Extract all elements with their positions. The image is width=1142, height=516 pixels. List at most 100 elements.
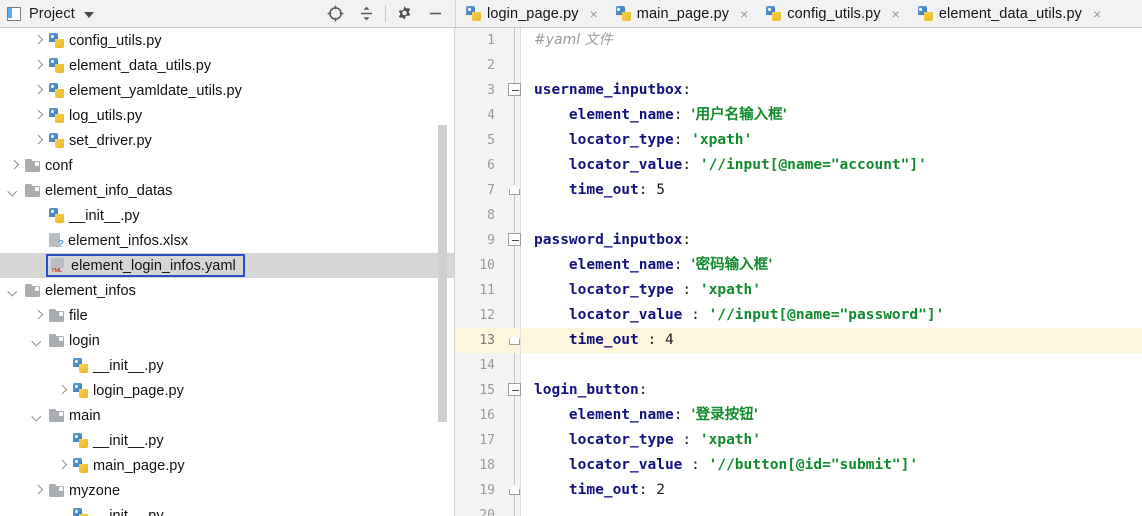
tree-row-label: login_page.py — [93, 382, 184, 399]
code-line[interactable]: locator_value : '//button[@id="submit"]' — [521, 453, 1142, 478]
code-line[interactable]: locator_type: 'xpath' — [521, 128, 1142, 153]
tree-row-label: element_login_infos.yaml — [71, 257, 236, 274]
close-icon[interactable]: × — [890, 7, 902, 21]
code-line[interactable] — [521, 503, 1142, 516]
chevron-right-icon[interactable] — [8, 160, 19, 171]
tree-row[interactable]: element_data_utils.py — [0, 53, 454, 78]
settings-gear-icon[interactable] — [389, 0, 420, 27]
tree-row[interactable]: element_info_datas — [0, 178, 454, 203]
editor-tab[interactable]: element_data_utils.py × — [908, 0, 1109, 27]
chevron-down-icon[interactable] — [83, 11, 94, 18]
tree-row[interactable]: login — [0, 328, 454, 353]
project-tree[interactable]: config_utils.py element_data_utils.py elem… — [0, 28, 454, 516]
fold-collapse-icon[interactable] — [508, 233, 521, 246]
code-line[interactable]: time_out: 2 — [521, 478, 1142, 503]
tree-row[interactable]: __init__.py — [0, 428, 454, 453]
code-line[interactable]: username_inputbox: — [521, 78, 1142, 103]
chevron-right-icon[interactable] — [32, 135, 43, 146]
chevron-right-icon[interactable] — [56, 460, 67, 471]
python-file-icon — [73, 358, 88, 373]
editor-tab-label: login_page.py — [487, 5, 579, 22]
chevron-down-icon[interactable] — [32, 410, 43, 421]
minimize-icon[interactable] — [420, 0, 451, 27]
tree-row[interactable]: __init__.py — [0, 503, 454, 516]
code-token: password_inputbox — [534, 232, 683, 248]
collapse-all-icon[interactable] — [351, 0, 382, 27]
code-line[interactable]: element_name: '密码输入框' — [521, 253, 1142, 278]
code-line[interactable] — [521, 203, 1142, 228]
code-token: '用户名输入框' — [691, 107, 788, 123]
tree-row[interactable]: conf — [0, 153, 454, 178]
chevron-down-icon[interactable] — [8, 285, 19, 296]
tree-row[interactable]: __init__.py — [0, 353, 454, 378]
chevron-right-icon[interactable] — [32, 35, 43, 46]
code-folding-gutter[interactable] — [503, 28, 521, 516]
code-line[interactable]: locator_value: '//input[@name="account"]… — [521, 153, 1142, 178]
fold-row — [503, 478, 520, 503]
code-token: : — [638, 482, 657, 498]
tree-row[interactable]: log_utils.py — [0, 103, 454, 128]
project-tree-scrollbar[interactable] — [438, 125, 447, 422]
chevron-right-icon[interactable] — [32, 485, 43, 496]
code-line[interactable]: locator_value : '//input[@name="password… — [521, 303, 1142, 328]
tree-row[interactable]: login_page.py — [0, 378, 454, 403]
close-icon[interactable]: × — [1091, 7, 1103, 21]
fold-end-icon[interactable] — [509, 335, 520, 345]
tree-row[interactable]: config_utils.py — [0, 28, 454, 53]
close-icon[interactable]: × — [588, 7, 600, 21]
tree-row[interactable]: main — [0, 403, 454, 428]
editor-tab[interactable]: main_page.py × — [606, 0, 756, 27]
chevron-right-icon[interactable] — [32, 310, 43, 321]
code-line[interactable]: element_name: '用户名输入框' — [521, 103, 1142, 128]
code-line[interactable]: time_out: 5 — [521, 178, 1142, 203]
code-line[interactable]: element_name: '登录按钮' — [521, 403, 1142, 428]
fold-collapse-icon[interactable] — [508, 383, 521, 396]
tree-row[interactable]: file — [0, 303, 454, 328]
chevron-down-icon[interactable] — [8, 185, 19, 196]
code-token: '//input[@name="account"]' — [699, 157, 927, 173]
fold-collapse-icon[interactable] — [508, 83, 521, 96]
tree-row[interactable]: element_infos — [0, 278, 454, 303]
tree-row[interactable]: element_login_infos.yaml — [0, 253, 454, 278]
code-line[interactable]: time_out : 4 — [521, 328, 1142, 353]
code-content[interactable]: #yaml 文件 username_inputbox: element_name… — [521, 28, 1142, 516]
code-token: : — [673, 407, 692, 423]
chevron-right-icon[interactable] — [32, 110, 43, 121]
chevron-right-icon[interactable] — [56, 385, 67, 396]
chevron-right-icon[interactable] — [32, 60, 43, 71]
tree-row[interactable]: myzone — [0, 478, 454, 503]
chevron-down-icon[interactable] — [32, 335, 43, 346]
project-panel-title: Project — [29, 5, 75, 22]
folder-icon — [49, 484, 64, 497]
tree-row[interactable]: main_page.py — [0, 453, 454, 478]
code-token: locator_type — [534, 432, 674, 448]
code-line[interactable]: #yaml 文件 — [521, 28, 1142, 53]
code-line[interactable]: login_button: — [521, 378, 1142, 403]
folder-icon — [25, 284, 40, 297]
line-number: 8 — [487, 208, 495, 223]
editor-tab-label: main_page.py — [636, 5, 730, 22]
tree-row-label: __init__.py — [93, 507, 164, 516]
tree-row[interactable]: __init__.py — [0, 203, 454, 228]
tree-row[interactable]: set_driver.py — [0, 128, 454, 153]
fold-end-icon[interactable] — [509, 485, 520, 495]
code-line[interactable]: locator_type : 'xpath' — [521, 278, 1142, 303]
tree-row[interactable]: element_yamldate_utils.py — [0, 78, 454, 103]
code-line[interactable]: locator_type : 'xpath' — [521, 428, 1142, 453]
locate-target-icon[interactable] — [320, 0, 351, 27]
chevron-right-icon[interactable] — [32, 85, 43, 96]
code-token: 2 — [656, 482, 665, 498]
code-line[interactable] — [521, 53, 1142, 78]
close-icon[interactable]: × — [738, 7, 750, 21]
code-line[interactable]: password_inputbox: — [521, 228, 1142, 253]
line-number: 19 — [479, 483, 495, 498]
tree-row[interactable]: element_infos.xlsx — [0, 228, 454, 253]
fold-row — [503, 353, 520, 378]
fold-end-icon[interactable] — [509, 185, 520, 195]
code-line[interactable] — [521, 353, 1142, 378]
tree-row-label: conf — [45, 157, 73, 174]
editor-tab[interactable]: config_utils.py × — [756, 0, 908, 27]
tree-row-content: element_infos — [25, 283, 136, 299]
editor-tab[interactable]: login_page.py × — [456, 0, 606, 27]
python-file-icon — [73, 508, 88, 516]
